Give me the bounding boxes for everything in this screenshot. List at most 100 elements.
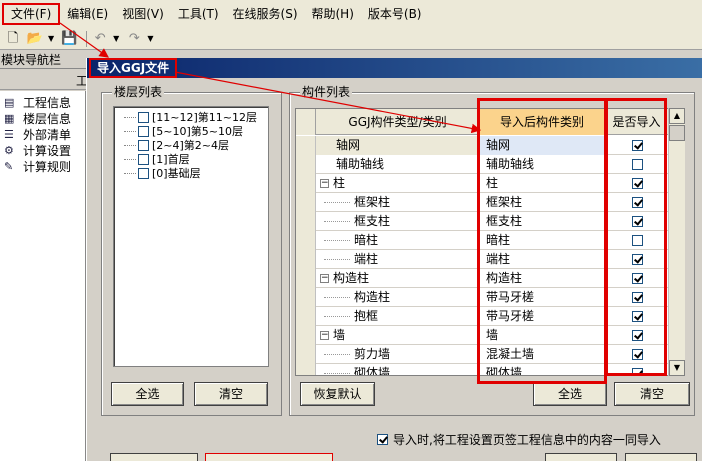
save-icon[interactable]: 💾 xyxy=(60,31,78,47)
collapse-icon[interactable]: − xyxy=(320,179,329,188)
menu-item[interactable]: 帮助(H) xyxy=(305,3,361,25)
table-row[interactable]: 暗柱 暗柱 xyxy=(296,231,669,250)
floor-checkbox[interactable] xyxy=(138,111,149,123)
bottom-button-ok[interactable] xyxy=(545,453,617,461)
import-checkbox[interactable] xyxy=(631,273,643,284)
floor-checkbox[interactable] xyxy=(138,167,149,179)
floor-item[interactable]: [0]基础层 xyxy=(124,166,268,180)
type-cell[interactable]: 轴网 xyxy=(316,136,480,155)
table-row[interactable]: 端柱 端柱 xyxy=(296,250,669,269)
type-cell[interactable]: 剪力墙 xyxy=(316,345,480,364)
type-cell[interactable]: 辅助轴线 xyxy=(316,155,480,174)
category-cell[interactable]: 辅助轴线 xyxy=(480,155,605,174)
floor-item[interactable]: [5~10]第5~10层 xyxy=(124,124,268,138)
menu-item[interactable]: 视图(V) xyxy=(115,3,171,25)
col-header-import[interactable]: 是否导入 xyxy=(605,109,669,135)
row-header[interactable] xyxy=(296,136,316,155)
row-header[interactable] xyxy=(296,326,316,345)
type-cell[interactable]: 框架柱 xyxy=(316,193,480,212)
collapse-icon[interactable]: − xyxy=(320,331,329,340)
floor-select-all-button[interactable]: 全选 xyxy=(111,382,184,406)
floor-checkbox[interactable] xyxy=(138,125,149,137)
floor-checkbox[interactable] xyxy=(138,153,149,165)
import-checkbox[interactable] xyxy=(631,216,643,227)
category-cell[interactable]: 混凝土墙 xyxy=(480,345,605,364)
component-select-all-button[interactable]: 全选 xyxy=(533,382,607,406)
import-checkbox[interactable] xyxy=(631,368,643,375)
category-cell[interactable]: 端柱 xyxy=(480,250,605,269)
category-cell[interactable]: 带马牙槎 xyxy=(480,307,605,326)
import-checkbox[interactable] xyxy=(631,140,643,151)
import-checkbox[interactable] xyxy=(631,197,643,208)
table-row[interactable]: 框支柱 框支柱 xyxy=(296,212,669,231)
row-header[interactable] xyxy=(296,193,316,212)
scroll-down-icon[interactable]: ▼ xyxy=(669,360,685,376)
type-cell[interactable]: − 构造柱 xyxy=(316,269,480,288)
category-cell[interactable]: 墙 xyxy=(480,326,605,345)
col-header-type[interactable]: GGJ构件类型/类别 xyxy=(316,109,480,135)
row-header[interactable] xyxy=(296,155,316,174)
floor-clear-button[interactable]: 清空 xyxy=(194,382,268,406)
type-cell[interactable]: − 柱 xyxy=(316,174,480,193)
row-header[interactable] xyxy=(296,231,316,250)
row-header[interactable] xyxy=(296,174,316,193)
import-note-checkbox[interactable] xyxy=(377,434,388,445)
nav-item[interactable]: ▦ 楼层信息 xyxy=(0,110,85,126)
bottom-button-highlighted[interactable] xyxy=(205,453,333,461)
import-checkbox[interactable] xyxy=(631,178,643,189)
bottom-button-left[interactable] xyxy=(110,453,198,461)
table-row[interactable]: 砌体墙 砌体墙 xyxy=(296,364,669,375)
row-header[interactable] xyxy=(296,345,316,364)
import-checkbox[interactable] xyxy=(631,159,643,170)
scroll-up-icon[interactable]: ▲ xyxy=(669,108,685,124)
category-cell[interactable]: 砌体墙 xyxy=(480,364,605,375)
row-header[interactable] xyxy=(296,250,316,269)
table-row[interactable]: 构造柱 带马牙槎 xyxy=(296,288,669,307)
category-cell[interactable]: 框架柱 xyxy=(480,193,605,212)
dialog-title-bar[interactable]: 导入GGJ文件 xyxy=(87,58,702,78)
undo-icon[interactable]: ↶ xyxy=(91,31,109,47)
menu-item[interactable]: 版本号(B) xyxy=(361,3,429,25)
row-header[interactable] xyxy=(296,288,316,307)
category-cell[interactable]: 暗柱 xyxy=(480,231,605,250)
chevron-down-icon[interactable]: ▼ xyxy=(48,34,54,43)
table-row[interactable]: − 柱柱 xyxy=(296,174,669,193)
row-header[interactable] xyxy=(296,269,316,288)
nav-item[interactable]: ⚙ 计算设置 xyxy=(0,142,85,158)
row-header[interactable] xyxy=(296,307,316,326)
import-checkbox[interactable] xyxy=(631,349,643,360)
category-cell[interactable]: 带马牙槎 xyxy=(480,288,605,307)
category-cell[interactable]: 构造柱 xyxy=(480,269,605,288)
floor-checkbox[interactable] xyxy=(138,139,149,151)
table-row[interactable]: 辅助轴线 辅助轴线 xyxy=(296,155,669,174)
import-note[interactable]: 导入时,将工程设置页签工程信息中的内容一同导入 xyxy=(377,431,661,448)
scroll-thumb[interactable] xyxy=(669,125,685,141)
component-clear-button[interactable]: 清空 xyxy=(614,382,690,406)
collapse-icon[interactable]: − xyxy=(320,274,329,283)
table-row[interactable]: 框架柱 框架柱 xyxy=(296,193,669,212)
table-row[interactable]: − 构造柱 构造柱 xyxy=(296,269,669,288)
table-row[interactable]: − 墙墙 xyxy=(296,326,669,345)
floor-item[interactable]: [2~4]第2~4层 xyxy=(124,138,268,152)
type-cell[interactable]: 暗柱 xyxy=(316,231,480,250)
chevron-down-icon[interactable]: ▼ xyxy=(113,34,119,43)
menu-item[interactable]: 编辑(E) xyxy=(60,3,115,25)
menu-item[interactable]: 在线服务(S) xyxy=(226,3,305,25)
bottom-button-cancel[interactable] xyxy=(625,453,697,461)
import-checkbox[interactable] xyxy=(631,311,643,322)
category-cell[interactable]: 柱 xyxy=(480,174,605,193)
category-cell[interactable]: 框支柱 xyxy=(480,212,605,231)
nav-item[interactable]: ▤ 工程信息 xyxy=(0,94,85,110)
type-cell[interactable]: − 墙 xyxy=(316,326,480,345)
import-checkbox[interactable] xyxy=(631,292,643,303)
floor-item[interactable]: [1]首层 xyxy=(124,152,268,166)
floor-item[interactable]: [11~12]第11~12层 xyxy=(124,110,268,124)
type-cell[interactable]: 框支柱 xyxy=(316,212,480,231)
nav-item[interactable]: ✎ 计算规则 xyxy=(0,158,85,174)
redo-icon[interactable]: ↷ xyxy=(125,31,143,47)
row-header[interactable] xyxy=(296,212,316,231)
type-cell[interactable]: 砌体墙 xyxy=(316,364,480,375)
type-cell[interactable]: 端柱 xyxy=(316,250,480,269)
open-folder-icon[interactable]: 📂 xyxy=(26,31,44,47)
category-cell[interactable]: 轴网 xyxy=(480,136,605,155)
